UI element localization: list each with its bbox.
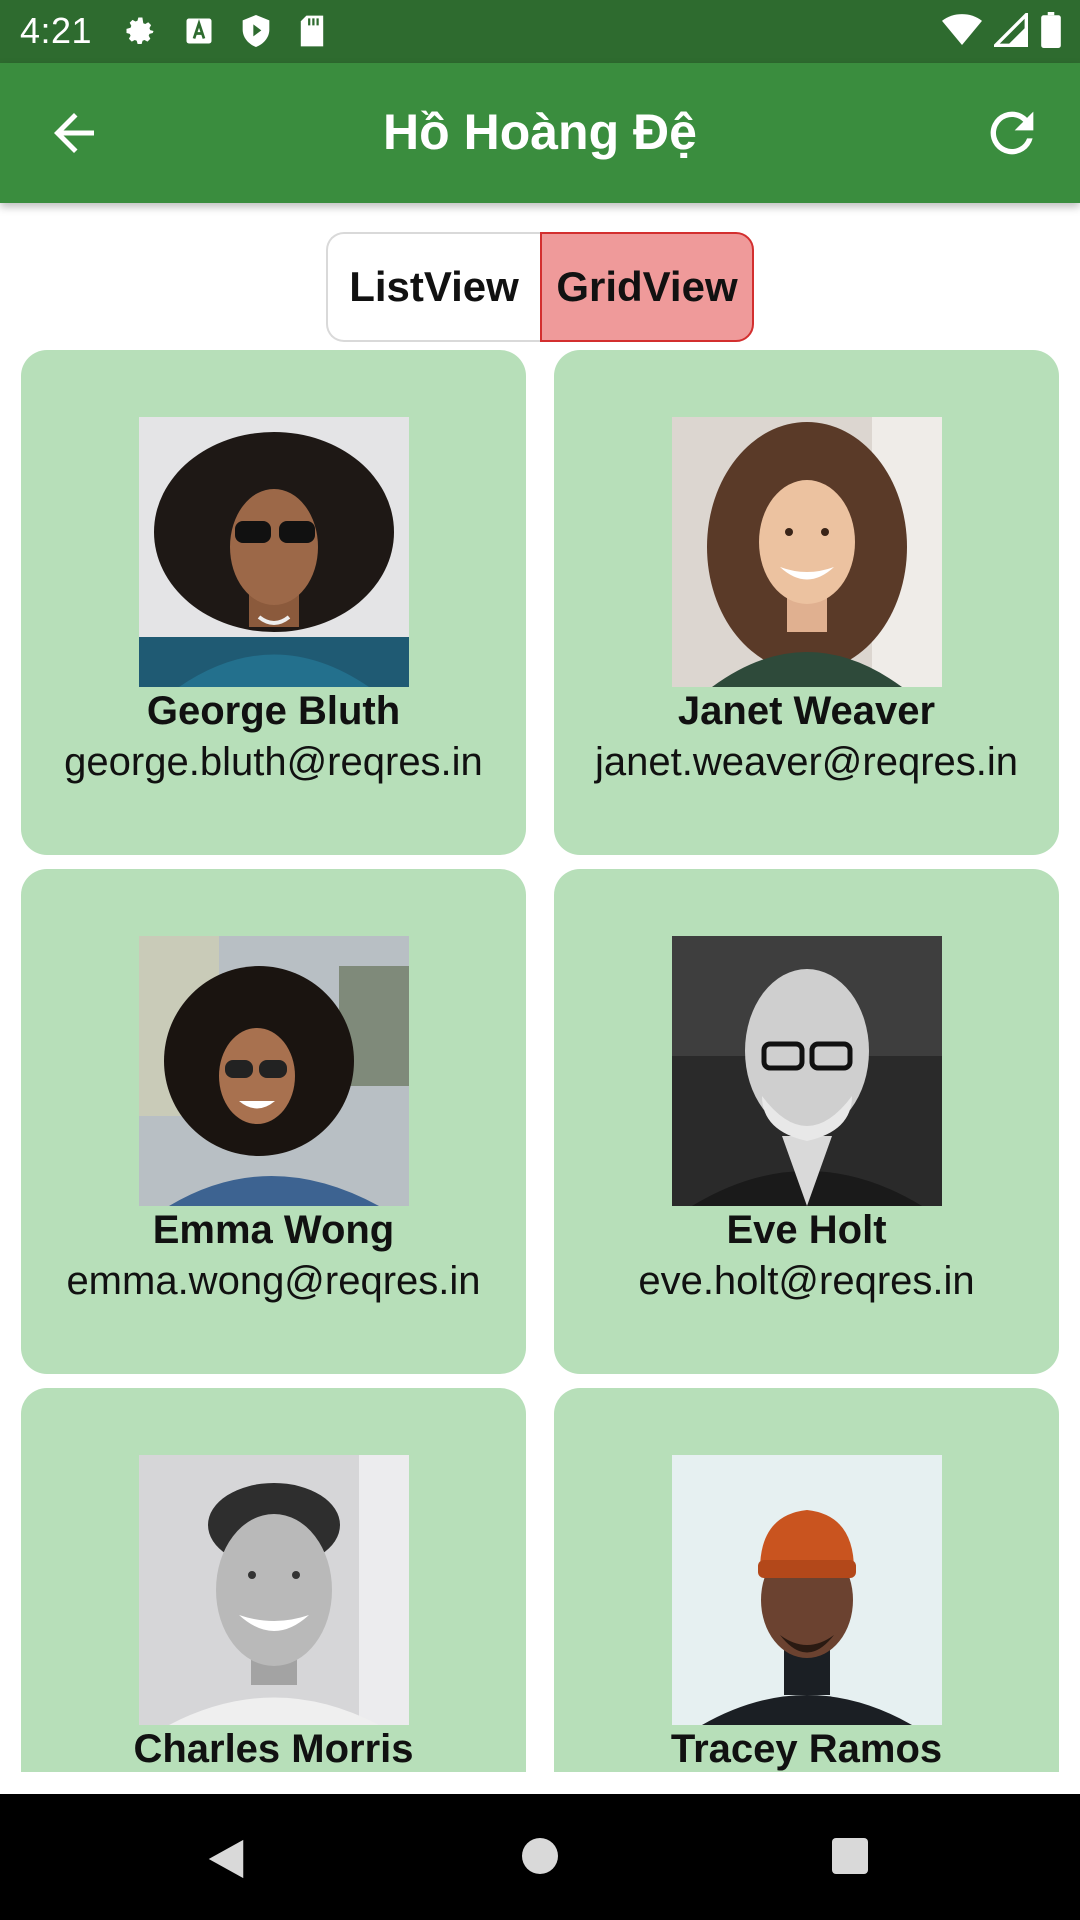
user-grid: George Bluth george.bluth@reqres.in Jane… (21, 350, 1059, 1772)
user-card[interactable]: George Bluth george.bluth@reqres.in (21, 350, 526, 855)
user-email: janet.weaver@reqres.in (594, 740, 1019, 784)
status-icons-right (942, 12, 1062, 48)
settings-icon (126, 17, 154, 45)
avatar-photo (672, 936, 942, 1206)
user-email: emma.wong@reqres.in (66, 1259, 481, 1303)
app-bar: Hồ Hoàng Đệ (0, 63, 1080, 203)
battery-icon (1041, 12, 1061, 48)
user-email: george.bluth@reqres.in (64, 740, 483, 784)
user-name: Tracey Ramos (670, 1727, 943, 1771)
wifi-icon (942, 14, 982, 45)
shield-play-icon (242, 15, 270, 47)
page-title: Hồ Hoàng Đệ (383, 104, 697, 160)
avatar-photo (672, 1455, 942, 1725)
avatar-photo (139, 1455, 409, 1725)
status-icons-left (122, 13, 326, 49)
signal-icon (994, 13, 1028, 47)
listview-button[interactable]: ListView (326, 232, 540, 342)
user-name: Janet Weaver (677, 689, 936, 733)
avatar (672, 1455, 942, 1725)
avatar (672, 417, 942, 687)
font-a-icon (186, 18, 212, 44)
circle-home-icon (522, 1838, 558, 1874)
avatar (139, 417, 409, 687)
user-name: George Bluth (146, 689, 401, 733)
status-time: 4:21 (20, 10, 93, 51)
refresh-button[interactable] (980, 101, 1044, 165)
avatar-photo (139, 936, 409, 1206)
square-recents-icon (832, 1838, 868, 1874)
status-bar: 4:21 (0, 0, 1080, 63)
user-card[interactable]: Emma Wong emma.wong@reqres.in (21, 869, 526, 1374)
refresh-icon (990, 111, 1034, 155)
avatar (672, 936, 942, 1206)
nav-recents-button[interactable] (830, 1836, 870, 1881)
triangle-back-icon (208, 1839, 244, 1879)
avatar-photo (139, 417, 409, 687)
user-card[interactable]: Janet Weaver janet.weaver@reqres.in (554, 350, 1059, 855)
gridview-button[interactable]: GridView (540, 232, 754, 342)
user-name: Emma Wong (152, 1208, 395, 1252)
nav-home-button[interactable] (520, 1836, 560, 1881)
user-name: Charles Morris (133, 1727, 414, 1771)
user-card[interactable]: Tracey Ramos (554, 1388, 1059, 1772)
avatar (139, 936, 409, 1206)
user-name: Eve Holt (726, 1208, 887, 1252)
sd-card-icon (300, 15, 324, 47)
user-card[interactable]: Charles Morris (21, 1388, 526, 1772)
system-nav-bar (0, 1794, 1080, 1920)
view-toggle: ListView GridView (326, 232, 754, 342)
nav-back-button[interactable] (204, 1836, 248, 1887)
user-card[interactable]: Eve Holt eve.holt@reqres.in (554, 869, 1059, 1374)
user-email: eve.holt@reqres.in (638, 1259, 975, 1303)
avatar-photo (672, 417, 942, 687)
avatar (139, 1455, 409, 1725)
user-grid-viewport[interactable]: George Bluth george.bluth@reqres.in Jane… (0, 350, 1080, 1772)
